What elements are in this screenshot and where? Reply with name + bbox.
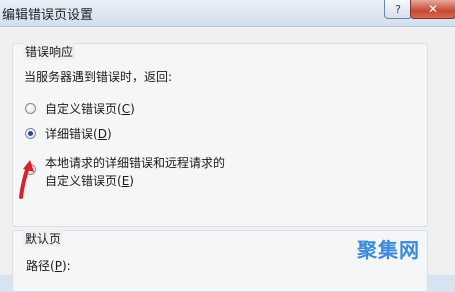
close-button[interactable]: ✕: [410, 0, 455, 19]
option-detailed-errors-label[interactable]: 详细错误(D): [45, 125, 112, 142]
title-bar: 编辑错误页设置 ? ✕: [0, 0, 455, 27]
option-local-detailed-line1[interactable]: 本地请求的详细错误和远程请求的: [45, 154, 225, 171]
error-response-group: 错误响应 当服务器遇到错误时，返回: 自定义错误页(C) 详细错误(D) 本地请…: [12, 43, 428, 227]
error-prompt: 当服务器遇到错误时，返回:: [24, 70, 173, 84]
watermark-logo: 聚集网: [357, 238, 420, 262]
option-custom-error-page-label[interactable]: 自定义错误页(C): [45, 100, 135, 117]
default-page-legend: 默认页: [23, 230, 64, 247]
red-arrow-annotation: [19, 160, 34, 199]
option-local-detailed-line2[interactable]: 自定义错误页(E): [45, 172, 134, 189]
window-title: 编辑错误页设置: [2, 8, 94, 23]
help-button[interactable]: ?: [384, 0, 412, 19]
error-response-legend: 错误响应: [23, 43, 76, 60]
radio-detailed-errors[interactable]: [25, 128, 36, 139]
path-label: 路径(P):: [26, 259, 71, 273]
help-icon: ?: [395, 2, 401, 16]
radio-custom-error-page[interactable]: [25, 103, 36, 114]
close-icon: ✕: [427, 2, 439, 16]
